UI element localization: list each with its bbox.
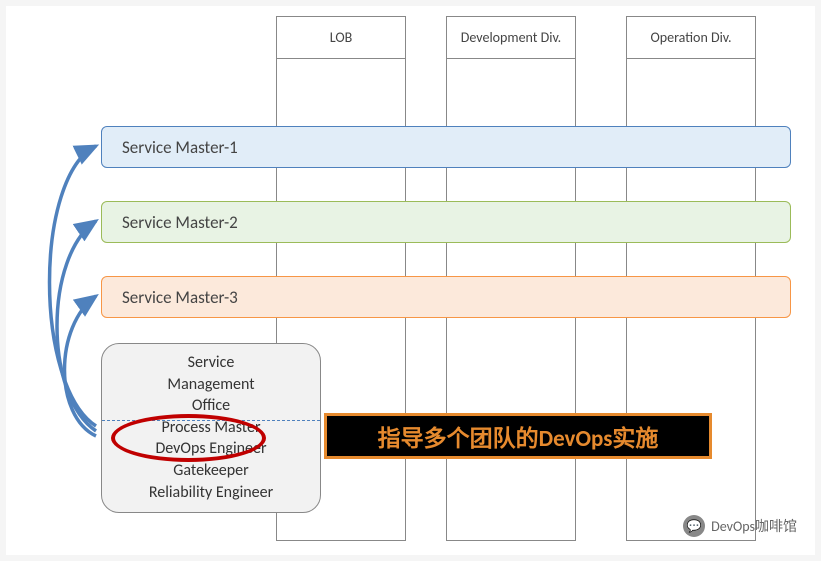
column-header-dev: Development Div. — [447, 17, 575, 59]
column-header-lob: LOB — [277, 17, 405, 59]
annotation-callout: 指导多个团队的DevOps实施 — [324, 413, 712, 459]
column-header-ops: Operation Div. — [627, 17, 755, 59]
watermark-text: DevOps咖啡馆 — [711, 516, 797, 536]
service-master-3-label: Service Master-3 — [122, 287, 238, 308]
smo-line-management: Management — [102, 374, 320, 396]
smo-line-service: Service — [102, 352, 320, 374]
smo-line-gatekeeper: Gatekeeper — [102, 460, 320, 482]
service-master-2-bar: Service Master-2 — [101, 201, 791, 243]
watermark: 💬 DevOps咖啡馆 — [683, 515, 797, 537]
smo-line-reliability-engineer: Reliability Engineer — [102, 482, 320, 504]
callout-text: 指导多个团队的DevOps实施 — [378, 419, 659, 453]
service-master-2-label: Service Master-2 — [122, 212, 238, 233]
service-master-1-label: Service Master-1 — [122, 137, 238, 158]
smo-line-office: Office — [102, 395, 320, 417]
chat-icon: 💬 — [683, 515, 705, 537]
service-master-1-bar: Service Master-1 — [101, 126, 791, 168]
diagram-canvas: LOB Development Div. Operation Div. Serv… — [6, 6, 815, 555]
service-master-3-bar: Service Master-3 — [101, 276, 791, 318]
highlight-ellipse — [111, 414, 266, 462]
